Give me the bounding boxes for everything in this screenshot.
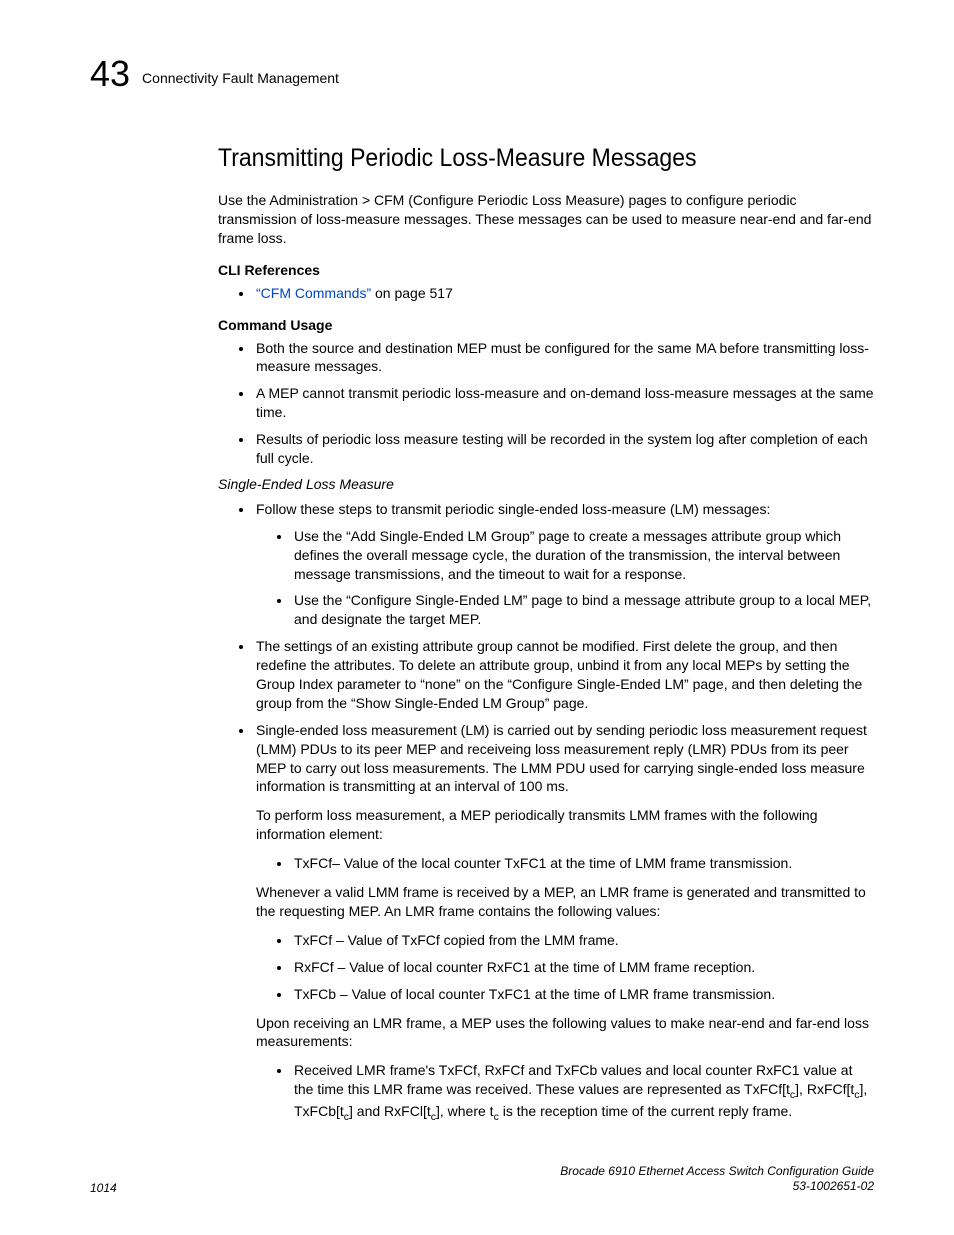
- document-page: 43 Connectivity Fault Management Transmi…: [0, 0, 954, 1235]
- cli-reference-item: “CFM Commands” on page 517: [254, 284, 874, 303]
- text-fragment: is the reception time of the current rep…: [499, 1103, 792, 1119]
- paragraph: Upon receiving an LMR frame, a MEP uses …: [256, 1014, 874, 1052]
- cfm-commands-link[interactable]: “CFM Commands”: [256, 285, 371, 301]
- single-ended-subheading: Single-Ended Loss Measure: [218, 476, 874, 492]
- command-usage-heading: Command Usage: [218, 317, 874, 333]
- paragraph: Whenever a valid LMM frame is received b…: [256, 883, 874, 921]
- cli-reference-list: “CFM Commands” on page 517: [218, 284, 874, 303]
- text-fragment: ], RxFCf[t: [795, 1081, 854, 1097]
- list-item: RxFCf – Value of local counter RxFC1 at …: [292, 958, 874, 977]
- list-item: Results of periodic loss measure testing…: [254, 430, 874, 468]
- lmr-values-list: TxFCf – Value of TxFCf copied from the L…: [256, 931, 874, 1004]
- list-item: TxFCf– Value of the local counter TxFC1 …: [292, 854, 874, 873]
- list-text: Single-ended loss measurement (LM) is ca…: [256, 722, 867, 795]
- chapter-title: Connectivity Fault Management: [142, 70, 339, 86]
- footer-doc-info: Brocade 6910 Ethernet Access Switch Conf…: [560, 1164, 874, 1195]
- intro-paragraph: Use the Administration > CFM (Configure …: [218, 191, 874, 248]
- info-element-list: TxFCf– Value of the local counter TxFC1 …: [256, 854, 874, 873]
- list-item: TxFCb – Value of local counter TxFC1 at …: [292, 985, 874, 1004]
- page-header: 43 Connectivity Fault Management: [90, 56, 874, 92]
- link-suffix: on page 517: [371, 285, 453, 301]
- chapter-number: 43: [90, 56, 130, 92]
- list-item: Use the “Add Single-Ended LM Group” page…: [292, 527, 874, 584]
- text-fragment: Received LMR frame's TxFCf, RxFCf and Tx…: [294, 1062, 852, 1097]
- list-item: Follow these steps to transmit periodic …: [254, 500, 874, 629]
- doc-number: 53-1002651-02: [560, 1179, 874, 1195]
- list-item: Both the source and destination MEP must…: [254, 339, 874, 377]
- doc-title: Brocade 6910 Ethernet Access Switch Conf…: [560, 1164, 874, 1180]
- page-footer: 1014 Brocade 6910 Ethernet Access Switch…: [90, 1164, 874, 1195]
- list-item: Received LMR frame's TxFCf, RxFCf and Tx…: [292, 1061, 874, 1124]
- list-item: The settings of an existing attribute gr…: [254, 637, 874, 713]
- page-content: Transmitting Periodic Loss-Measure Messa…: [218, 144, 874, 1124]
- list-item: Use the “Configure Single-Ended LM” page…: [292, 591, 874, 629]
- list-item: TxFCf – Value of TxFCf copied from the L…: [292, 931, 874, 950]
- single-ended-list: Follow these steps to transmit periodic …: [218, 500, 874, 1124]
- steps-list: Use the “Add Single-Ended LM Group” page…: [256, 527, 874, 629]
- text-fragment: ] and RxFCl[t: [349, 1103, 431, 1119]
- list-item: Single-ended loss measurement (LM) is ca…: [254, 721, 874, 1124]
- list-text: Follow these steps to transmit periodic …: [256, 501, 770, 517]
- paragraph: To perform loss measurement, a MEP perio…: [256, 806, 874, 844]
- command-usage-list: Both the source and destination MEP must…: [218, 339, 874, 468]
- received-values-list: Received LMR frame's TxFCf, RxFCf and Tx…: [256, 1061, 874, 1124]
- cli-references-heading: CLI References: [218, 262, 874, 278]
- section-heading: Transmitting Periodic Loss-Measure Messa…: [218, 144, 822, 173]
- text-fragment: ], where t: [436, 1103, 494, 1119]
- page-number: 1014: [90, 1181, 117, 1195]
- list-item: A MEP cannot transmit periodic loss-meas…: [254, 384, 874, 422]
